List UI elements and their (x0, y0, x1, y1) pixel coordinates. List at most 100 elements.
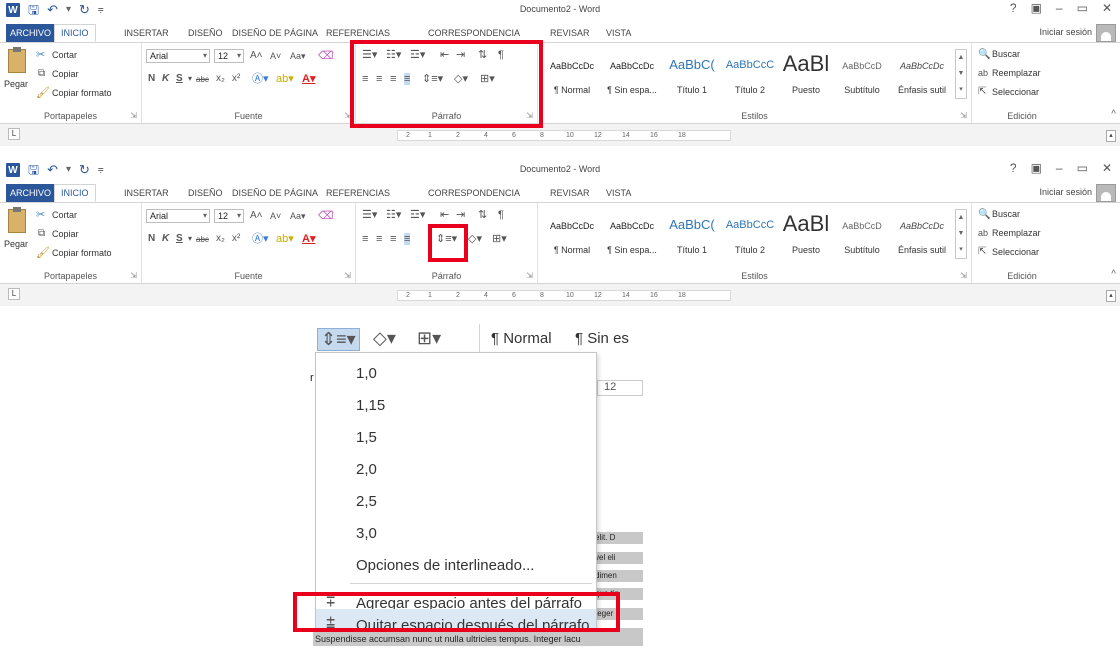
menu-item-3-0[interactable]: 3,0 (316, 517, 596, 549)
dialog-launcher-icon[interactable]: ⇲ (960, 111, 967, 120)
style-normal[interactable]: AaBbCcDc ¶ Normal (542, 47, 602, 105)
shrink-font-icon[interactable]: A˅ (270, 210, 281, 222)
tab-insertar[interactable]: INSERTAR (124, 184, 169, 202)
cut-button[interactable]: Cortar (52, 210, 77, 220)
superscript-icon[interactable]: x² (232, 73, 240, 85)
tab-revisar[interactable]: REVISAR (550, 24, 590, 42)
style-normal[interactable]: ¶ Normal (491, 330, 552, 347)
increase-indent-icon[interactable]: ⇥ (456, 209, 465, 221)
underline-dropdown-icon[interactable]: ▾ (188, 73, 192, 85)
italic-icon[interactable]: K (162, 233, 169, 245)
replace-button[interactable]: Reemplazar (992, 68, 1041, 78)
close-icon[interactable]: ✕ (1102, 161, 1112, 175)
style-sin-espaciado[interactable]: AaBbCcDc ¶ Sin espa... (602, 207, 662, 265)
find-button[interactable]: Buscar (992, 209, 1020, 219)
menu-item-1-0[interactable]: 1,0 (316, 357, 596, 389)
collapse-ribbon-icon[interactable]: ^ (1111, 109, 1116, 120)
style-puesto[interactable]: AaBl Puesto (776, 47, 836, 105)
cut-button[interactable]: Cortar (52, 50, 77, 60)
ribbon-display-icon[interactable]: ▣ (1031, 1, 1042, 15)
dialog-launcher-icon[interactable]: ⇲ (130, 271, 137, 280)
tab-correspondencia[interactable]: CORRESPONDENCIA (428, 184, 520, 202)
pilcrow-icon[interactable]: ¶ (498, 209, 504, 221)
restore-icon[interactable]: ▭ (1077, 1, 1088, 15)
dialog-launcher-icon[interactable]: ⇲ (526, 271, 533, 280)
style-sin-espaciado[interactable]: ¶ Sin es (575, 330, 629, 347)
highlight-icon[interactable]: ab▾ (276, 73, 294, 85)
paste-icon[interactable] (8, 47, 26, 73)
multilevel-list-icon[interactable]: ☲▾ (410, 209, 425, 221)
text-effects-icon[interactable]: Ⓐ▾ (252, 73, 269, 85)
tab-inicio[interactable]: INICIO (54, 24, 96, 42)
align-center-icon[interactable]: ≡ (376, 233, 382, 245)
style-subtitulo[interactable]: AaBbCcD Subtítulo (832, 207, 892, 265)
decrease-indent-icon[interactable]: ⇤ (440, 209, 449, 221)
sort-icon[interactable]: ⇅ (478, 209, 487, 221)
collapse-ribbon-icon[interactable]: ^ (1111, 269, 1116, 280)
subscript-icon[interactable]: x₂ (216, 73, 225, 85)
scroll-up-button[interactable]: ▴ (1106, 290, 1116, 302)
change-case-icon[interactable]: Aa▾ (290, 50, 306, 62)
font-size-combo[interactable]: 12 ▾ (214, 209, 244, 223)
dialog-launcher-icon[interactable]: ⇲ (130, 111, 137, 120)
tab-diseno[interactable]: DISEÑO (188, 24, 223, 42)
tab-diseno-pagina[interactable]: DISEÑO DE PÁGINA (232, 24, 318, 42)
shading-icon[interactable]: ◇▾ (468, 233, 482, 245)
tab-vista[interactable]: VISTA (606, 184, 631, 202)
format-painter-button[interactable]: Copiar formato (52, 88, 112, 98)
underline-dropdown-icon[interactable]: ▾ (188, 233, 192, 245)
font-color-icon[interactable]: A▾ (302, 233, 315, 245)
numbering-icon[interactable]: ☷▾ (386, 209, 401, 221)
bold-icon[interactable]: N (148, 233, 155, 245)
grow-font-icon[interactable]: A˄ (250, 50, 263, 62)
clear-format-icon[interactable]: ⌫ (318, 210, 334, 222)
ribbon-display-icon[interactable]: ▣ (1031, 161, 1042, 175)
shrink-font-icon[interactable]: A˅ (270, 50, 281, 62)
tab-referencias[interactable]: REFERENCIAS (326, 184, 390, 202)
tab-archivo[interactable]: ARCHIVO (6, 184, 56, 202)
styles-gallery-scroll[interactable]: ▲ ▼ ▾ (955, 49, 967, 99)
dialog-launcher-icon[interactable]: ⇲ (344, 271, 351, 280)
styles-gallery-scroll[interactable]: ▲ ▼ ▾ (955, 209, 967, 259)
grow-font-icon[interactable]: A˄ (250, 210, 263, 222)
menu-item-1-5[interactable]: 1,5 (316, 421, 596, 453)
tab-diseno[interactable]: DISEÑO (188, 184, 223, 202)
align-right-icon[interactable]: ≡ (390, 233, 396, 245)
justify-icon[interactable]: ≡ (404, 233, 411, 245)
tab-insertar[interactable]: INSERTAR (124, 24, 169, 42)
select-button[interactable]: Seleccionar (992, 87, 1039, 97)
superscript-icon[interactable]: x² (232, 233, 240, 245)
minimize-icon[interactable]: – (1056, 1, 1063, 15)
menu-item-1-15[interactable]: 1,15 (316, 389, 596, 421)
restore-icon[interactable]: ▭ (1077, 161, 1088, 175)
strikethrough-icon[interactable]: abc (196, 74, 209, 86)
style-enfasis-sutil[interactable]: AaBbCcDc Énfasis sutil (892, 47, 952, 105)
tab-selector[interactable]: L (8, 288, 20, 300)
style-titulo-1[interactable]: AaBbC( Título 1 (662, 207, 722, 265)
style-titulo-2[interactable]: AaBbCcC Título 2 (720, 207, 780, 265)
style-puesto[interactable]: AaBl Puesto (776, 207, 836, 265)
text-effects-icon[interactable]: Ⓐ▾ (252, 233, 269, 245)
menu-item-line-spacing-options[interactable]: Opciones de interlineado... (316, 549, 596, 581)
borders-icon[interactable]: ⊞▾ (417, 328, 441, 349)
subscript-icon[interactable]: x₂ (216, 233, 225, 245)
menu-item-2-0[interactable]: 2,0 (316, 453, 596, 485)
style-titulo-1[interactable]: AaBbC( Título 1 (662, 47, 722, 105)
menu-item-2-5[interactable]: 2,5 (316, 485, 596, 517)
tab-archivo[interactable]: ARCHIVO (6, 24, 56, 42)
scroll-up-button[interactable]: ▴ (1106, 130, 1116, 142)
bullets-icon[interactable]: ☰▾ (362, 209, 377, 221)
bold-icon[interactable]: N (148, 73, 155, 85)
user-avatar-icon[interactable] (1096, 184, 1116, 202)
italic-icon[interactable]: K (162, 73, 169, 85)
select-button[interactable]: Seleccionar (992, 247, 1039, 257)
change-case-icon[interactable]: Aa▾ (290, 210, 306, 222)
copy-button[interactable]: Copiar (52, 69, 79, 79)
highlight-icon[interactable]: ab▾ (276, 233, 294, 245)
replace-button[interactable]: Reemplazar (992, 228, 1041, 238)
sign-in-link[interactable]: Iniciar sesión (1039, 27, 1092, 37)
tab-diseno-pagina[interactable]: DISEÑO DE PÁGINA (232, 184, 318, 202)
font-name-combo[interactable]: Arial ▾ (146, 49, 210, 63)
tab-inicio[interactable]: INICIO (54, 184, 96, 202)
clear-format-icon[interactable]: ⌫ (318, 50, 334, 62)
